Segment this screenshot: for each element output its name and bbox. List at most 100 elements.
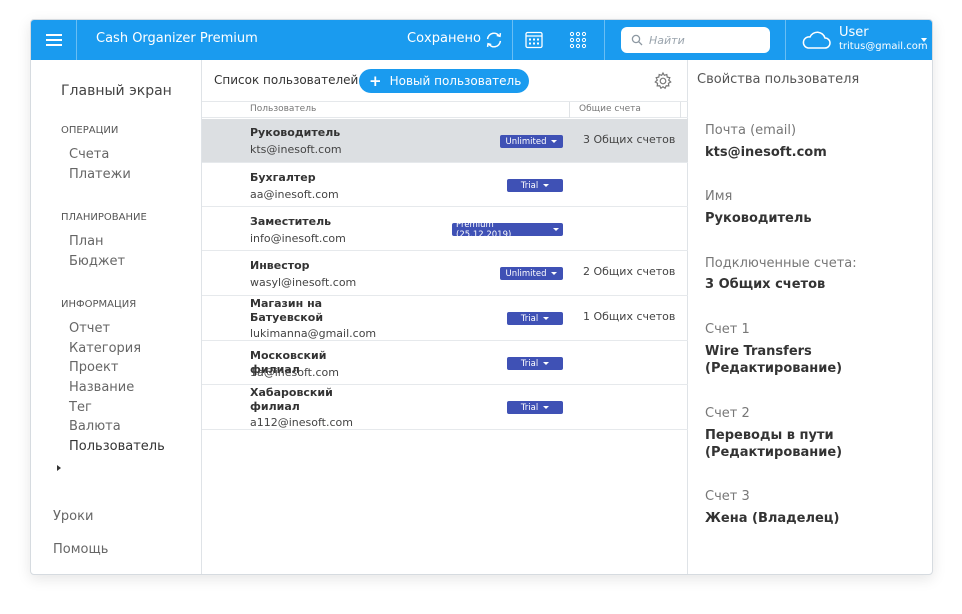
search-icon (631, 34, 643, 46)
table-header: Пользователь Общие счета (202, 101, 688, 118)
saved-status: Сохранено (407, 31, 481, 46)
sidebar-item-home[interactable]: Главный экран (61, 83, 172, 99)
sidebar-item-lessons[interactable]: Уроки (53, 509, 93, 524)
apps-grid-icon[interactable] (568, 30, 588, 50)
row-shared-accounts: 1 Общих счетов (583, 310, 676, 323)
row-user-name: Магазин на Батуевской (250, 297, 324, 324)
column-divider (680, 102, 681, 118)
row-user-name: Хабаровский филиал (250, 386, 333, 413)
sidebar: Главный экран Операции Счета Платежи Пла… (31, 60, 202, 574)
plan-badge[interactable]: Trial (507, 357, 563, 370)
sidebar-item-report[interactable]: Отчет (69, 321, 110, 336)
property-value-account-1: Wire Transfers (Редактирование) (705, 344, 843, 376)
gear-icon[interactable] (653, 71, 673, 91)
plan-badge[interactable]: Unlimited (500, 267, 563, 280)
property-value-account-2: Переводы в пути (Редактирование) (705, 428, 843, 460)
property-value-account-3: Жена (Владелец) (705, 511, 840, 526)
row-user-name: Руководитель (250, 126, 341, 139)
sidebar-item-currency[interactable]: Валюта (69, 419, 121, 434)
user-name: User (839, 25, 869, 40)
sidebar-item-category[interactable]: Категория (69, 341, 141, 356)
sidebar-item-name[interactable]: Название (69, 380, 134, 395)
column-shared-accounts: Общие счета (579, 104, 641, 114)
table-row[interactable]: Бухгалтер aa@inesoft.com Trial (202, 163, 688, 207)
sidebar-item-project[interactable]: Проект (69, 360, 118, 375)
sync-icon[interactable] (483, 29, 505, 51)
row-user-email: wasyl@inesoft.com (250, 276, 357, 289)
plan-badge[interactable]: Trial (507, 312, 563, 325)
plan-label: Trial (520, 358, 539, 369)
chevron-down-icon (551, 140, 558, 143)
top-bar: Cash Organizer Premium Сохранено Найти U… (31, 20, 932, 60)
property-label-account-1: Счет 1 (705, 322, 750, 337)
plan-badge[interactable]: Trial (507, 401, 563, 414)
table-row[interactable]: Руководитель kts@inesoft.com Unlimited 3… (202, 119, 688, 163)
row-user-name: Инвестор (250, 259, 310, 272)
sidebar-item-accounts[interactable]: Счета (69, 147, 109, 162)
property-label-name: Имя (705, 189, 733, 204)
sidebar-section-planning: Планирование (61, 212, 147, 223)
plan-label: Trial (520, 402, 539, 413)
row-shared-accounts: 3 Общих счетов (583, 133, 676, 146)
property-label-email: Почта (email) (705, 123, 797, 138)
property-label-connected: Подключенные счета: (705, 256, 857, 271)
user-email: tritus@gmail.com (839, 41, 928, 52)
table-row[interactable]: Московский филиал 1a@inesoft.com Trial (202, 341, 688, 385)
new-user-button[interactable]: + Новый пользователь (359, 69, 529, 93)
plan-badge[interactable]: Premium (25.12.2019) (452, 220, 563, 240)
chevron-down-icon (551, 272, 558, 275)
row-user-email: aa@inesoft.com (250, 188, 339, 201)
column-divider (569, 102, 570, 118)
plan-badge[interactable]: Trial (507, 179, 563, 192)
plan-label: Premium (25.12.2019) (456, 219, 512, 240)
sidebar-item-budget[interactable]: Бюджет (69, 254, 125, 269)
table-row[interactable]: Магазин на Батуевской lukimanna@gmail.co… (202, 296, 688, 341)
divider (604, 20, 605, 60)
row-user-name: Заместитель (250, 215, 332, 228)
divider (785, 20, 786, 60)
user-menu[interactable]: User tritus@gmail.com (801, 20, 932, 60)
search-box[interactable] (621, 27, 770, 53)
property-value-connected: 3 Общих счетов (705, 277, 826, 292)
hamburger-icon (45, 34, 62, 46)
sidebar-section-operations: Операции (61, 125, 119, 136)
app-window: Cash Organizer Premium Сохранено Найти U… (30, 19, 933, 575)
sidebar-item-help[interactable]: Помощь (53, 542, 108, 557)
table-row[interactable]: Заместитель info@inesoft.com Premium (25… (202, 207, 688, 251)
row-user-email: kts@inesoft.com (250, 143, 342, 156)
cloud-icon (802, 31, 831, 49)
new-user-label: Новый пользователь (389, 74, 522, 88)
row-user-email: info@inesoft.com (250, 232, 346, 245)
app-title: Cash Organizer Premium (96, 31, 258, 46)
user-list-title: Список пользователей (214, 73, 359, 87)
plan-label: Unlimited (505, 268, 547, 279)
calendar-icon[interactable] (524, 30, 544, 50)
row-user-name: Бухгалтер (250, 171, 316, 184)
chevron-down-icon (543, 317, 550, 320)
search-input[interactable] (649, 33, 759, 47)
row-shared-accounts: 2 Общих счетов (583, 265, 676, 278)
sidebar-item-plan[interactable]: План (69, 234, 104, 249)
sidebar-item-payments[interactable]: Платежи (69, 167, 131, 182)
table-row[interactable]: Хабаровский филиал a112@inesoft.com Tria… (202, 385, 688, 430)
chevron-down-icon (921, 38, 927, 42)
chevron-down-icon (543, 362, 550, 365)
table-row[interactable]: Инвестор wasyl@inesoft.com Unlimited 2 О… (202, 251, 688, 296)
sidebar-item-tag[interactable]: Тег (69, 400, 92, 415)
property-value-name: Руководитель (705, 211, 812, 226)
plan-label: Unlimited (505, 136, 547, 147)
plan-badge[interactable]: Unlimited (500, 135, 563, 148)
plan-label: Trial (520, 313, 539, 324)
sidebar-section-info: Информация (61, 299, 137, 310)
chevron-down-icon (553, 228, 559, 231)
column-user: Пользователь (250, 104, 317, 114)
row-user-email: 1a@inesoft.com (250, 366, 339, 379)
chevron-down-icon (543, 184, 550, 187)
user-list-panel: Список пользователей + Новый пользовател… (202, 60, 688, 574)
menu-button[interactable] (31, 20, 77, 60)
sidebar-item-user[interactable]: Пользователь (69, 439, 165, 454)
row-user-email: a112@inesoft.com (250, 416, 353, 429)
plan-label: Trial (520, 180, 539, 191)
divider (512, 20, 513, 60)
property-label-account-3: Счет 3 (705, 489, 750, 504)
